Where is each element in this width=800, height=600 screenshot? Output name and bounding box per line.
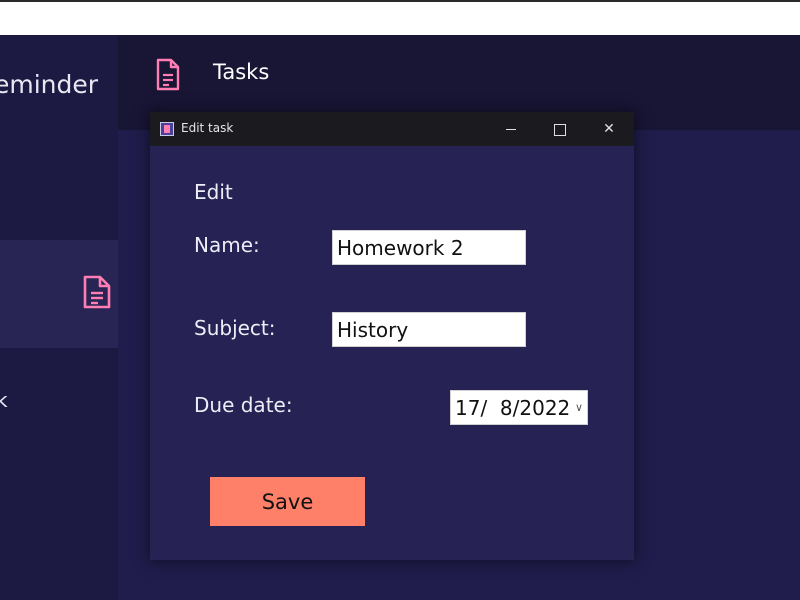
due-date-value: 17/ 8/2022 [455,396,571,420]
subject-label: Subject: [194,316,276,340]
page-title: Tasks [213,60,270,84]
name-input[interactable] [332,230,526,265]
due-date-label: Due date: [194,393,293,417]
maximize-button[interactable] [536,112,582,146]
name-label: Name: [194,233,260,257]
sidebar-item-label: k [0,388,8,412]
app-title: eminder [0,70,99,99]
edit-task-dialog: Edit task ✕ Edit Name: Subject: Due date… [150,112,634,560]
subject-input[interactable] [332,312,526,347]
app-icon [160,122,174,136]
document-icon [83,275,111,309]
document-icon [156,58,180,91]
chevron-down-icon[interactable]: ∨ [575,401,583,414]
dialog-titlebar[interactable]: Edit task ✕ [150,112,634,146]
save-button[interactable]: Save [210,477,365,526]
close-button[interactable]: ✕ [586,112,632,146]
dialog-title: Edit task [181,121,234,135]
top-browser-strip [0,0,800,35]
due-date-picker[interactable]: 17/ 8/2022 ∨ [450,390,588,425]
minimize-button[interactable] [488,112,534,146]
dialog-heading: Edit [194,180,233,204]
